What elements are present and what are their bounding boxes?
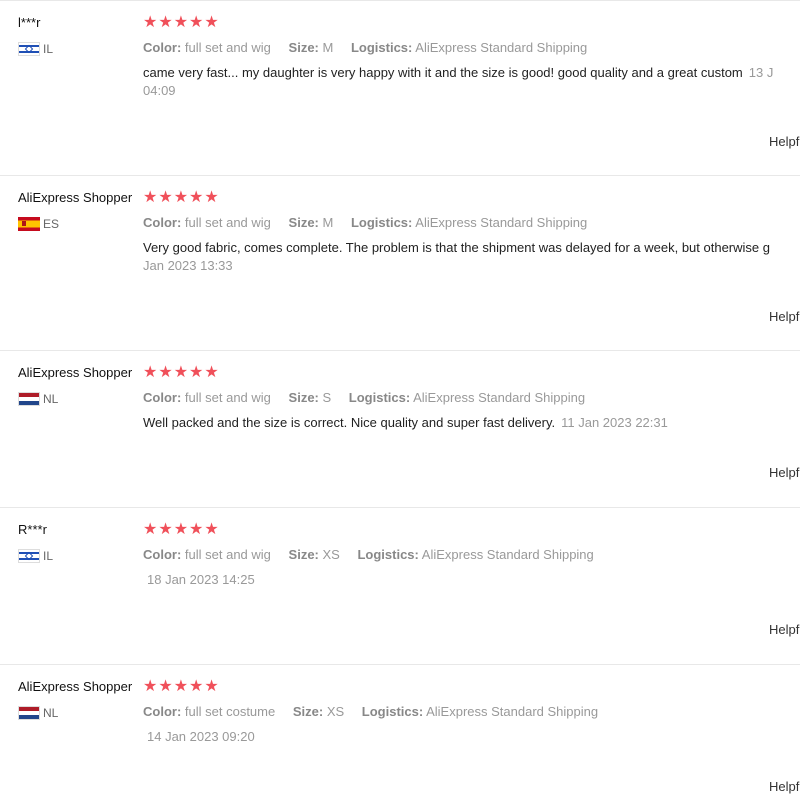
color-label: Color: xyxy=(143,390,182,405)
netherlands-flag-icon xyxy=(18,392,40,406)
review-item: AliExpress Shopper NL ★★★★★ Color: full … xyxy=(0,350,800,508)
logistics-value: AliExpress Standard Shipping xyxy=(413,390,586,405)
color-value: full set and wig xyxy=(184,547,271,562)
size-label: Size: xyxy=(288,547,319,562)
review-date-continued: 04:09 xyxy=(143,83,176,98)
israel-flag-icon xyxy=(18,549,40,563)
logistics-value: AliExpress Standard Shipping xyxy=(415,215,588,230)
reviewer-country: NL xyxy=(18,706,58,720)
review-body: Well packed and the size is correct. Nic… xyxy=(143,415,556,430)
size-value: XS xyxy=(322,547,340,562)
size-value: M xyxy=(322,215,334,230)
size-label: Size: xyxy=(288,390,319,405)
color-value: full set and wig xyxy=(184,40,271,55)
helpful-button[interactable]: Helpf xyxy=(769,134,799,149)
helpful-button[interactable]: Helpf xyxy=(769,622,799,637)
reviewer-country: IL xyxy=(18,549,53,563)
color-label: Color: xyxy=(143,547,182,562)
order-properties: Color: full set and wig Size: XS Logisti… xyxy=(143,547,594,562)
review-text: came very fast... my daughter is very ha… xyxy=(143,64,783,100)
israel-flag-icon xyxy=(18,42,40,56)
rating-stars: ★★★★★ xyxy=(143,521,220,538)
country-code: NL xyxy=(43,392,59,406)
size-value: XS xyxy=(326,704,345,719)
country-code: IL xyxy=(43,42,54,56)
reviewer-name: R***r xyxy=(18,522,47,537)
rating-stars: ★★★★★ xyxy=(143,364,220,381)
review-text: Very good fabric, comes complete. The pr… xyxy=(143,239,783,275)
color-label: Color: xyxy=(143,40,182,55)
review-date: 18 Jan 2023 14:25 xyxy=(147,572,255,587)
color-label: Color: xyxy=(143,704,182,719)
order-properties: Color: full set costume Size: XS Logisti… xyxy=(143,704,598,719)
country-code: IL xyxy=(43,549,54,563)
helpful-button[interactable]: Helpf xyxy=(769,465,799,480)
logistics-label: Logistics: xyxy=(361,704,424,719)
logistics-label: Logistics: xyxy=(357,547,419,562)
country-code: ES xyxy=(43,217,60,231)
color-value: full set and wig xyxy=(184,390,271,405)
review-text: Well packed and the size is correct. Nic… xyxy=(143,414,783,432)
review-date: 13 J xyxy=(748,65,774,80)
order-properties: Color: full set and wig Size: M Logistic… xyxy=(143,215,587,230)
country-code: NL xyxy=(43,706,59,720)
logistics-value: AliExpress Standard Shipping xyxy=(415,40,588,55)
review-item: AliExpress Shopper ES ★★★★★ Color: full … xyxy=(0,175,800,351)
reviewer-name: AliExpress Shopper xyxy=(18,365,133,380)
review-item: l***r IL ★★★★★ Color: full set and wig S… xyxy=(0,0,800,176)
size-value: S xyxy=(322,390,332,405)
reviewer-country: IL xyxy=(18,42,53,56)
review-date: 11 Jan 2023 22:31 xyxy=(561,415,668,430)
size-label: Size: xyxy=(292,704,324,719)
rating-stars: ★★★★★ xyxy=(143,189,220,206)
logistics-value: AliExpress Standard Shipping xyxy=(426,704,599,719)
order-properties: Color: full set and wig Size: M Logistic… xyxy=(143,40,587,55)
rating-stars: ★★★★★ xyxy=(143,14,220,31)
review-item: R***r IL ★★★★★ Color: full set and wig S… xyxy=(0,507,800,665)
order-properties: Color: full set and wig Size: S Logistic… xyxy=(143,390,585,405)
reviewer-country: ES xyxy=(18,217,59,231)
netherlands-flag-icon xyxy=(18,706,40,720)
spain-flag-icon xyxy=(18,217,40,231)
helpful-button[interactable]: Helpf xyxy=(769,309,799,324)
reviewer-name: l***r xyxy=(18,15,41,30)
helpful-button[interactable]: Helpf xyxy=(769,779,799,794)
size-label: Size: xyxy=(288,215,319,230)
reviewer-name: AliExpress Shopper xyxy=(18,679,133,694)
size-value: M xyxy=(322,40,334,55)
reviewer-name: AliExpress Shopper xyxy=(18,190,133,205)
review-date: 14 Jan 2023 09:20 xyxy=(147,729,255,744)
color-value: full set costume xyxy=(184,704,276,719)
logistics-label: Logistics: xyxy=(350,40,413,55)
review-date: Jan 2023 13:33 xyxy=(143,258,233,273)
review-body: Very good fabric, comes complete. The pr… xyxy=(143,240,770,255)
size-label: Size: xyxy=(288,40,319,55)
review-body: came very fast... my daughter is very ha… xyxy=(143,65,743,80)
color-value: full set and wig xyxy=(184,215,271,230)
logistics-label: Logistics: xyxy=(350,215,413,230)
logistics-value: AliExpress Standard Shipping xyxy=(421,547,594,562)
reviewer-country: NL xyxy=(18,392,58,406)
logistics-label: Logistics: xyxy=(348,390,411,405)
color-label: Color: xyxy=(143,215,182,230)
rating-stars: ★★★★★ xyxy=(143,678,220,695)
review-item: AliExpress Shopper NL ★★★★★ Color: full … xyxy=(0,664,800,801)
